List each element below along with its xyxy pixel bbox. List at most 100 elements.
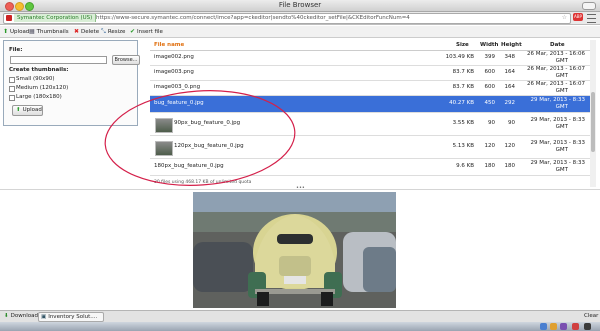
file-date-tz-cell: GMT (555, 73, 568, 79)
url-text[interactable]: https://www-secure.symantec.com/connect/… (96, 14, 410, 23)
file-date-cell: 29 Mar, 2013 - 8:33 (530, 97, 585, 103)
upload-icon: ⬆ (3, 28, 9, 35)
file-date-tz-cell: GMT (555, 167, 568, 173)
download-arrow-icon: ⬇ (4, 313, 9, 319)
file-thumbnail (155, 118, 173, 133)
file-name-cell: 90px_bug_feature_0.jpg (174, 120, 241, 126)
downloads-button[interactable]: ⬇ Downloads (4, 312, 41, 321)
resize-button[interactable]: ⤡ Resize (101, 27, 125, 36)
table-row[interactable]: 180px_bug_feature_0.jpg 9.6 KB 180 180 29 Ma… (150, 159, 590, 176)
file-date-cell: 26 Mar, 2013 - 16:06 (527, 51, 585, 57)
file-width-cell: 90 (488, 120, 495, 126)
file-date-tz-cell: GMT (555, 58, 568, 64)
delete-icon: ✖ (74, 28, 80, 35)
thumbnails-button[interactable]: ▦ Thumbnails (29, 27, 69, 36)
dock-app-icon[interactable] (572, 323, 579, 330)
file-name-cell: bug_feature_0.jpg (154, 100, 204, 106)
column-height-header[interactable]: Height (501, 42, 522, 48)
large-thumbnail-checkbox[interactable] (9, 95, 15, 101)
file-browser-toolbar: ⬆ Upload ▦ Thumbnails ✖ Delete ⤡ Resize ✔ Ins… (0, 26, 600, 38)
quota-status: 30 files using 468.17 KB of unlimited qu… (154, 180, 252, 185)
create-thumbnails-label: Create thumbnails: (9, 67, 69, 73)
file-height-cell: 180 (504, 163, 516, 169)
file-width-cell: 180 (484, 163, 496, 169)
file-date-cell: 29 Mar, 2013 - 8:33 (530, 160, 585, 166)
resize-icon: ⤡ (101, 28, 106, 35)
site-identity-icon[interactable] (6, 15, 12, 21)
dock-app-icon[interactable] (550, 323, 557, 330)
delete-label: Delete (81, 29, 100, 35)
toolbar-toggle-button[interactable] (582, 2, 596, 10)
file-date-tz-cell: GMT (555, 104, 568, 110)
medium-thumbnail-label: Medium (120x120) (16, 85, 69, 91)
column-date-header[interactable]: Date (550, 42, 565, 48)
file-name-cell: 120px_bug_feature_0.jpg (174, 143, 244, 149)
file-list-scrollbar[interactable] (590, 40, 596, 187)
file-list-header: File name Size Width Height Date (150, 40, 590, 51)
file-path-input[interactable] (10, 56, 107, 64)
checkmark-icon: ✔ (130, 28, 136, 35)
insert-file-label: Insert file (137, 29, 163, 35)
column-size-header[interactable]: Size (456, 42, 469, 48)
downloads-label: Downloads (10, 313, 41, 319)
file-height-cell: 120 (504, 143, 516, 149)
file-height-cell: 348 (504, 54, 516, 60)
table-row[interactable]: 90px_bug_feature_0.jpg 3.55 KB 90 90 29 Mar,… (150, 113, 590, 136)
upload-submit-label: Upload (22, 107, 42, 113)
scrollbar-thumb[interactable] (591, 92, 595, 152)
splitter-grip[interactable]: ••• (296, 186, 305, 191)
download-item-label: Inventory Solut.... (48, 314, 98, 320)
file-size-cell: 40.27 KB (449, 100, 474, 106)
download-item[interactable]: ▣ Inventory Solut.... (38, 312, 104, 322)
delete-button[interactable]: ✖ Delete (74, 27, 99, 36)
file-date-cell: 29 Mar, 2013 - 8:33 (530, 140, 585, 146)
file-width-cell: 120 (484, 143, 496, 149)
file-height-cell: 164 (504, 84, 516, 90)
file-width-cell: 600 (484, 84, 496, 90)
file-date-tz-cell: GMT (555, 147, 568, 153)
file-name-cell: image002.png (154, 54, 194, 60)
table-row[interactable]: 120px_bug_feature_0.jpg 5.13 KB 120 120 29 M… (150, 136, 590, 159)
url-field[interactable]: Symantec Corporation (US) https://www-se… (3, 13, 571, 24)
file-height-cell: 90 (508, 120, 515, 126)
table-row[interactable]: image003_0.png 83.7 KB 600 164 26 Mar, 2013 … (150, 81, 590, 96)
browser-menu-icon[interactable] (587, 14, 596, 23)
document-icon: ▣ (41, 314, 47, 320)
column-name-header[interactable]: File name (154, 42, 184, 48)
small-thumbnail-label: Small (90x90) (16, 76, 55, 82)
browse-button[interactable]: Browse... (112, 55, 140, 65)
dock (0, 322, 600, 331)
medium-thumbnail-checkbox[interactable] (9, 86, 15, 92)
upload-button[interactable]: ⬆ Upload (3, 27, 29, 36)
column-width-header[interactable]: Width (480, 42, 498, 48)
ev-certificate-badge[interactable]: Symantec Corporation (US) (14, 14, 97, 22)
file-width-cell: 450 (484, 100, 496, 106)
file-date-cell: 26 Mar, 2013 - 16:07 (527, 66, 585, 72)
table-row[interactable]: image003.png 83.7 KB 600 164 26 Mar, 2013 - … (150, 66, 590, 81)
file-size-cell: 5.13 KB (452, 143, 474, 149)
thumbnails-label: Thumbnails (36, 29, 69, 35)
window-titlebar: File Browser (0, 0, 600, 12)
table-row[interactable]: image002.png 103.49 KB 399 348 26 Mar, 2013 … (150, 51, 590, 66)
file-thumbnail (155, 141, 173, 156)
file-size-cell: 83.7 KB (452, 69, 474, 75)
insert-file-button[interactable]: ✔ Insert file (130, 27, 163, 36)
clear-downloads-button[interactable]: Clear (584, 312, 598, 321)
dock-app-icon[interactable] (584, 323, 591, 330)
dock-app-icon[interactable] (540, 323, 547, 330)
small-thumbnail-checkbox[interactable] (9, 77, 15, 83)
file-list: File name Size Width Height Date image00… (150, 40, 590, 187)
car-photo (193, 192, 396, 308)
bookmark-star-icon[interactable]: ☆ (562, 14, 567, 21)
file-size-cell: 103.49 KB (445, 54, 474, 60)
file-date-cell: 26 Mar, 2013 - 16:07 (527, 81, 585, 87)
upload-icon: ⬆ (16, 107, 21, 113)
adblock-icon[interactable]: ABP (573, 13, 583, 21)
file-name-cell: image003.png (154, 69, 194, 75)
large-thumbnail-label: Large (180x180) (16, 94, 62, 100)
dock-app-icon[interactable] (560, 323, 567, 330)
resize-label: Resize (107, 29, 126, 35)
upload-submit-button[interactable]: ⬆ Upload (12, 105, 43, 116)
table-row[interactable]: bug_feature_0.jpg 40.27 KB 450 292 29 Mar, 2… (150, 96, 590, 113)
file-size-cell: 3.55 KB (452, 120, 474, 126)
